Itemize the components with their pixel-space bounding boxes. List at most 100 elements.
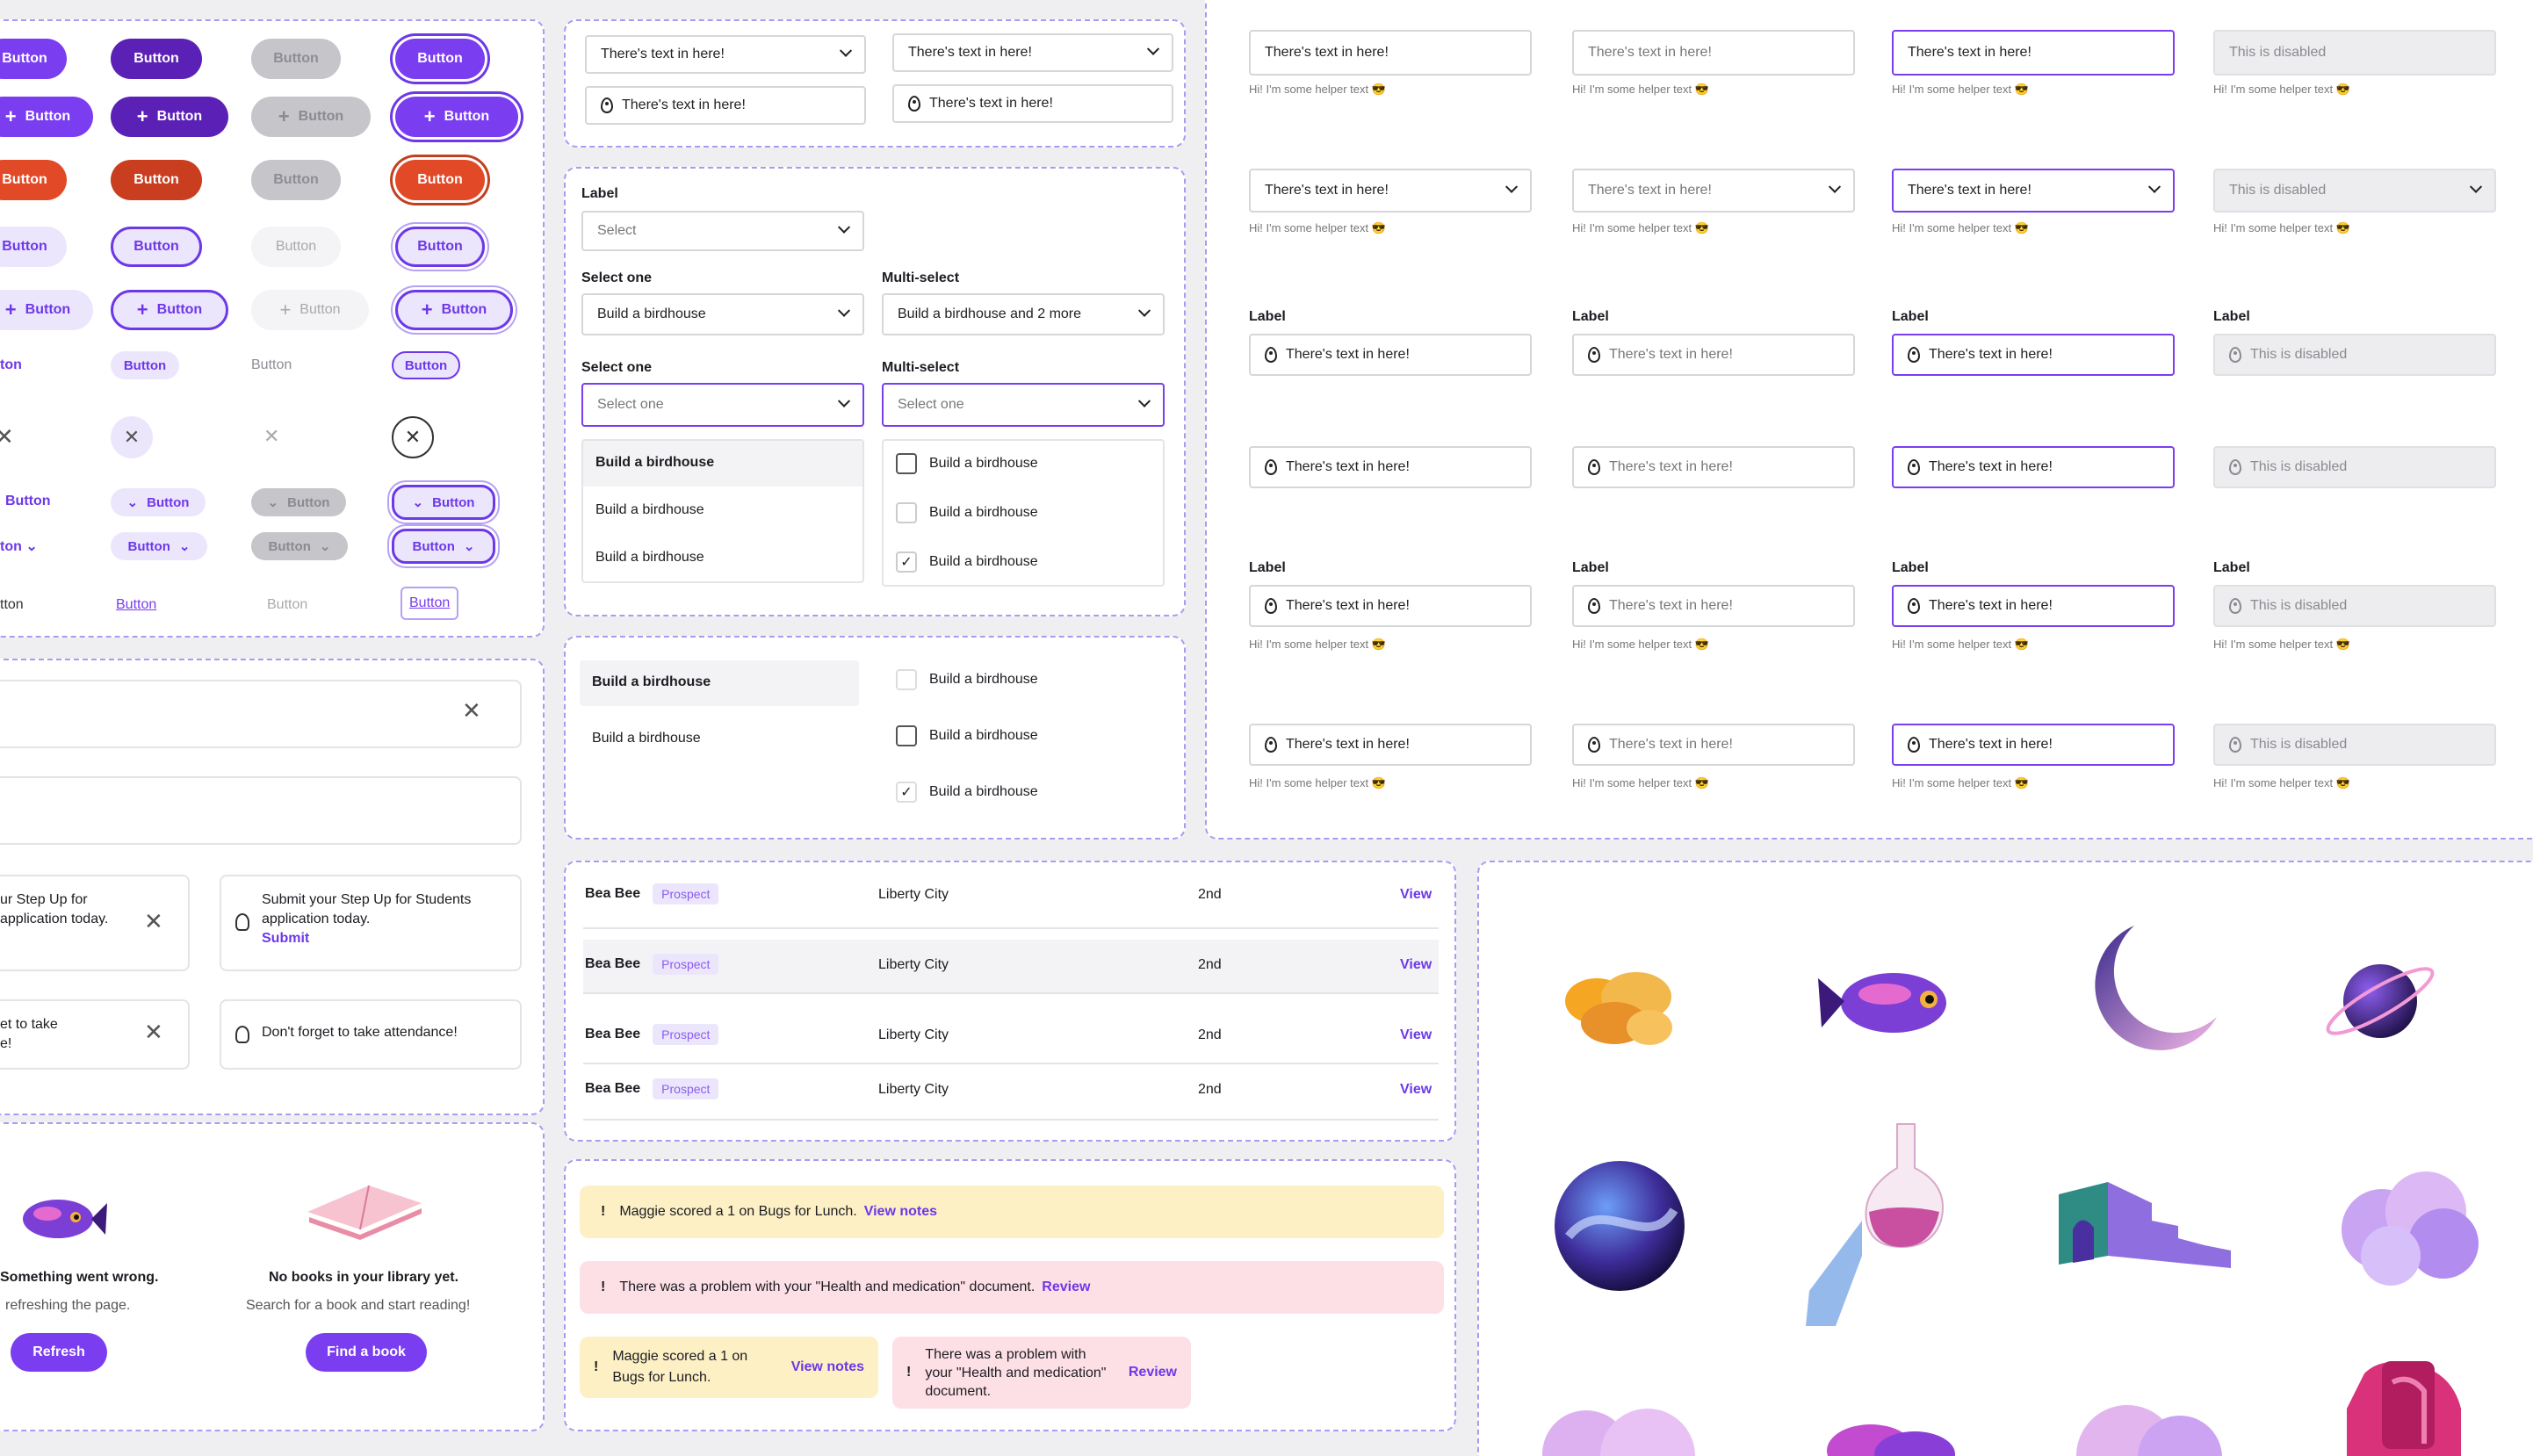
- link-button-focused[interactable]: Button: [401, 587, 459, 620]
- text-input[interactable]: There's text in here!: [1249, 30, 1532, 76]
- secondary-icon-button-hover[interactable]: + Button: [111, 290, 228, 330]
- option-selected[interactable]: Build a birdhouse: [580, 660, 859, 706]
- close-icon[interactable]: ✕: [462, 697, 481, 724]
- primary-icon-button-hover[interactable]: + Button: [111, 97, 228, 137]
- location-input-focused[interactable]: There's text in here!: [1892, 334, 2175, 376]
- close-icon[interactable]: ✕: [144, 1019, 163, 1046]
- location-field[interactable]: There's text in here!: [892, 84, 1173, 123]
- close-icon-disabled[interactable]: ✕: [263, 425, 279, 448]
- select-dropdown[interactable]: Select: [581, 211, 864, 251]
- close-icon[interactable]: ✕: [0, 423, 14, 450]
- location-input-disabled[interactable]: This is disabled: [2213, 334, 2496, 376]
- small-secondary-button-focused[interactable]: Button: [392, 351, 460, 379]
- checkbox-checked[interactable]: ✓: [896, 551, 917, 573]
- select-input-focused[interactable]: There's text in here!: [1892, 169, 2175, 213]
- review-link[interactable]: Review: [1129, 1365, 1177, 1380]
- checkbox[interactable]: [896, 502, 917, 523]
- checkbox-checked[interactable]: ✓: [896, 782, 917, 803]
- text-input-disabled[interactable]: This is disabled: [2213, 30, 2496, 76]
- close-icon-button-hover[interactable]: ✕: [111, 416, 153, 458]
- dropdown-option-selected[interactable]: Build a birdhouse: [583, 441, 862, 487]
- primary-icon-button-focused[interactable]: + Button: [395, 97, 518, 137]
- checkbox-option[interactable]: Build a birdhouse: [896, 669, 1038, 690]
- view-link[interactable]: View: [1400, 887, 1432, 903]
- close-icon[interactable]: ✕: [144, 908, 163, 935]
- select-one-dropdown[interactable]: Build a birdhouse: [581, 293, 864, 335]
- location-input[interactable]: There's text in here!: [1249, 334, 1532, 376]
- chevron-button[interactable]: Button: [5, 494, 51, 509]
- danger-button-focused[interactable]: Button: [395, 160, 485, 200]
- primary-icon-button-disabled[interactable]: + Button: [251, 97, 371, 137]
- chevron-button-hover[interactable]: ⌄ Button: [111, 488, 206, 516]
- location-input[interactable]: There's text in here!: [1249, 585, 1532, 627]
- danger-button[interactable]: Button: [0, 160, 67, 200]
- select-input-hover[interactable]: There's text in here!: [1572, 169, 1855, 213]
- location-input-focused[interactable]: There's text in here!: [1892, 446, 2175, 488]
- link-button-hover[interactable]: Button: [116, 597, 156, 613]
- multi-select-dropdown-open[interactable]: Select one: [882, 383, 1165, 427]
- checkbox-option[interactable]: Build a birdhouse: [896, 502, 1038, 523]
- refresh-button[interactable]: Refresh: [11, 1333, 107, 1372]
- location-input-hover[interactable]: There's text in here!: [1572, 724, 1855, 766]
- checkbox[interactable]: [896, 453, 917, 474]
- view-link[interactable]: View: [1400, 1082, 1432, 1098]
- location-input[interactable]: There's text in here!: [1249, 446, 1532, 488]
- trailing-chevron-button[interactable]: ton ⌄: [0, 537, 38, 555]
- location-input-focused[interactable]: There's text in here!: [1892, 724, 2175, 766]
- checkbox[interactable]: [896, 669, 917, 690]
- search-box[interactable]: [0, 680, 522, 748]
- primary-button-disabled[interactable]: Button: [251, 39, 341, 79]
- submit-link[interactable]: Submit: [262, 929, 471, 948]
- small-secondary-button[interactable]: Button: [111, 351, 179, 379]
- view-notes-link[interactable]: View notes: [791, 1359, 864, 1375]
- checkbox[interactable]: [896, 725, 917, 746]
- link-button-disabled[interactable]: Button: [267, 597, 307, 613]
- secondary-button-focused[interactable]: Button: [395, 227, 485, 267]
- danger-button-hover[interactable]: Button: [111, 160, 202, 200]
- option[interactable]: Build a birdhouse: [592, 731, 701, 746]
- select-one-dropdown-open[interactable]: Select one: [581, 383, 864, 427]
- secondary-icon-button-disabled[interactable]: + Button: [251, 290, 369, 330]
- location-input-hover[interactable]: There's text in here!: [1572, 446, 1855, 488]
- chevron-button-disabled[interactable]: ⌄ Button: [251, 488, 346, 516]
- select-field[interactable]: There's text in here!: [892, 33, 1173, 72]
- trailing-chevron-button-hover[interactable]: Button ⌄: [111, 532, 207, 560]
- link-button[interactable]: tton: [0, 597, 24, 613]
- text-input-hover[interactable]: There's text in here!: [1572, 30, 1855, 76]
- review-link[interactable]: Review: [1042, 1279, 1090, 1295]
- select-field[interactable]: There's text in here!: [585, 35, 866, 74]
- checkbox-option[interactable]: ✓ Build a birdhouse: [896, 782, 1038, 803]
- location-input[interactable]: There's text in here!: [1249, 724, 1532, 766]
- select-input-disabled[interactable]: This is disabled: [2213, 169, 2496, 213]
- dropdown-option[interactable]: Build a birdhouse: [595, 550, 704, 566]
- secondary-icon-button-focused[interactable]: + Button: [395, 290, 513, 330]
- location-input-disabled[interactable]: This is disabled: [2213, 585, 2496, 627]
- primary-icon-button[interactable]: + Button: [0, 97, 93, 137]
- checkbox-option[interactable]: ✓ Build a birdhouse: [896, 551, 1038, 573]
- location-input-focused[interactable]: There's text in here!: [1892, 585, 2175, 627]
- checkbox-option[interactable]: Build a birdhouse: [896, 725, 1038, 746]
- dropdown-option[interactable]: Build a birdhouse: [595, 502, 704, 518]
- empty-box[interactable]: [0, 776, 522, 845]
- secondary-button-hover[interactable]: Button: [111, 227, 202, 267]
- view-link[interactable]: View: [1400, 957, 1432, 973]
- text-button-disabled[interactable]: Button: [251, 357, 292, 373]
- checkbox-option[interactable]: Build a birdhouse: [896, 453, 1038, 474]
- location-input-disabled[interactable]: This is disabled: [2213, 724, 2496, 766]
- primary-button[interactable]: Button: [0, 39, 67, 79]
- location-input-hover[interactable]: There's text in here!: [1572, 585, 1855, 627]
- view-notes-link[interactable]: View notes: [864, 1204, 937, 1220]
- secondary-button-disabled[interactable]: Button: [251, 227, 341, 267]
- location-input-disabled[interactable]: This is disabled: [2213, 446, 2496, 488]
- multi-select-dropdown[interactable]: Build a birdhouse and 2 more: [882, 293, 1165, 335]
- secondary-icon-button[interactable]: + Button: [0, 290, 93, 330]
- select-input[interactable]: There's text in here!: [1249, 169, 1532, 213]
- close-icon-button-focused[interactable]: ✕: [392, 416, 434, 458]
- location-input-hover[interactable]: There's text in here!: [1572, 334, 1855, 376]
- location-field[interactable]: There's text in here!: [585, 86, 866, 125]
- text-button[interactable]: ton: [0, 357, 22, 373]
- danger-button-disabled[interactable]: Button: [251, 160, 341, 200]
- view-link[interactable]: View: [1400, 1027, 1432, 1043]
- find-book-button[interactable]: Find a book: [306, 1333, 427, 1372]
- trailing-chevron-button-disabled[interactable]: Button ⌄: [251, 532, 348, 560]
